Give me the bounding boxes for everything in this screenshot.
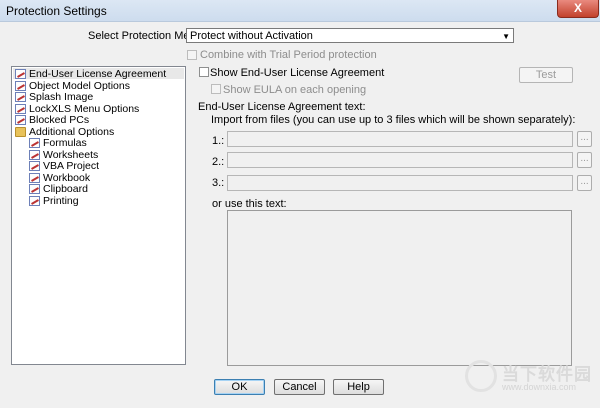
tree-item-label: Formulas xyxy=(43,137,87,149)
cancel-button[interactable]: Cancel xyxy=(274,379,325,395)
page-icon xyxy=(15,69,26,79)
file-3-input[interactable] xyxy=(227,175,573,191)
tree-item-label: Splash Image xyxy=(29,91,94,103)
page-icon xyxy=(15,92,26,102)
file-1-label: 1.: xyxy=(212,135,225,147)
tree-item[interactable]: Worksheets xyxy=(29,148,99,161)
close-button[interactable]: X xyxy=(557,0,599,18)
eula-text-area[interactable] xyxy=(227,210,572,366)
file-3-browse-button[interactable]: ... xyxy=(577,175,592,191)
page-icon xyxy=(15,80,26,91)
watermark-logo-icon xyxy=(465,360,497,392)
tree-item[interactable]: LockXLS Menu Options xyxy=(15,102,140,115)
page-icon xyxy=(29,172,40,183)
tree-item-label: Printing xyxy=(43,194,79,207)
tree-item[interactable]: Additional Options xyxy=(15,125,115,138)
page-icon xyxy=(15,115,26,125)
test-button[interactable]: Test xyxy=(519,67,573,83)
tree-item-label: End-User License Agreement xyxy=(29,68,167,80)
tree-item[interactable]: End-User License Agreement xyxy=(15,69,166,80)
window-title: Protection Settings xyxy=(6,4,107,18)
tree-item[interactable]: Blocked PCs xyxy=(15,115,89,126)
tree-item[interactable]: Workbook xyxy=(29,171,91,184)
tree-item-label: Clipboard xyxy=(43,183,88,195)
tree-item[interactable]: Object Model Options xyxy=(15,79,130,92)
tree-item-label: VBA Project xyxy=(43,160,100,172)
page-icon xyxy=(29,161,40,171)
file-1-input[interactable] xyxy=(227,131,573,147)
options-tree[interactable]: End-User License Agreement Object Model O… xyxy=(11,66,186,365)
eula-text-heading: End-User License Agreement text: xyxy=(198,101,366,113)
file-2-label: 2.: xyxy=(212,156,225,168)
tree-item-label: Workbook xyxy=(43,171,91,184)
watermark-url: www.downxia.com xyxy=(502,382,577,392)
import-files-label: Import from files (you can use up to 3 f… xyxy=(211,114,576,126)
page-icon xyxy=(29,195,40,206)
ok-button[interactable]: OK xyxy=(214,379,265,395)
page-icon xyxy=(29,184,40,194)
show-each-opening-checkbox[interactable] xyxy=(211,84,221,94)
tree-item[interactable]: Clipboard xyxy=(29,184,88,195)
page-icon xyxy=(15,103,26,114)
site-watermark: 当下软件园 www.downxia.com xyxy=(465,358,595,404)
chevron-down-icon: ▼ xyxy=(502,32,510,41)
tree-item-label: Object Model Options xyxy=(29,79,130,92)
page-icon xyxy=(29,138,40,148)
tree-item-label: Additional Options xyxy=(29,125,115,138)
file-2-input[interactable] xyxy=(227,152,573,168)
show-each-opening-label: Show EULA on each opening xyxy=(223,84,367,96)
file-3-label: 3.: xyxy=(212,177,225,189)
folder-icon xyxy=(15,126,26,137)
tree-item-label: LockXLS Menu Options xyxy=(29,102,140,115)
title-bar: Protection Settings xyxy=(0,0,600,22)
tree-item[interactable]: Formulas xyxy=(29,138,87,149)
protection-method-select[interactable]: Protect without Activation ▼ xyxy=(186,28,514,43)
tree-item-label: Blocked PCs xyxy=(29,114,90,126)
tree-item-label: Worksheets xyxy=(43,148,99,161)
combine-trial-checkbox[interactable] xyxy=(187,50,197,60)
combine-trial-label: Combine with Trial Period protection xyxy=(200,49,377,61)
show-eula-checkbox[interactable] xyxy=(199,67,209,77)
page-icon xyxy=(29,149,40,160)
protection-method-value: Protect without Activation xyxy=(190,30,313,42)
show-eula-label: Show End-User License Agreement xyxy=(210,67,385,79)
file-2-browse-button[interactable]: ... xyxy=(577,152,592,168)
tree-item[interactable]: Splash Image xyxy=(15,92,93,103)
use-text-label: or use this text: xyxy=(212,198,287,210)
help-button[interactable]: Help xyxy=(333,379,384,395)
file-1-browse-button[interactable]: ... xyxy=(577,131,592,147)
tree-item[interactable]: VBA Project xyxy=(29,161,99,172)
tree-item[interactable]: Printing xyxy=(29,194,79,207)
